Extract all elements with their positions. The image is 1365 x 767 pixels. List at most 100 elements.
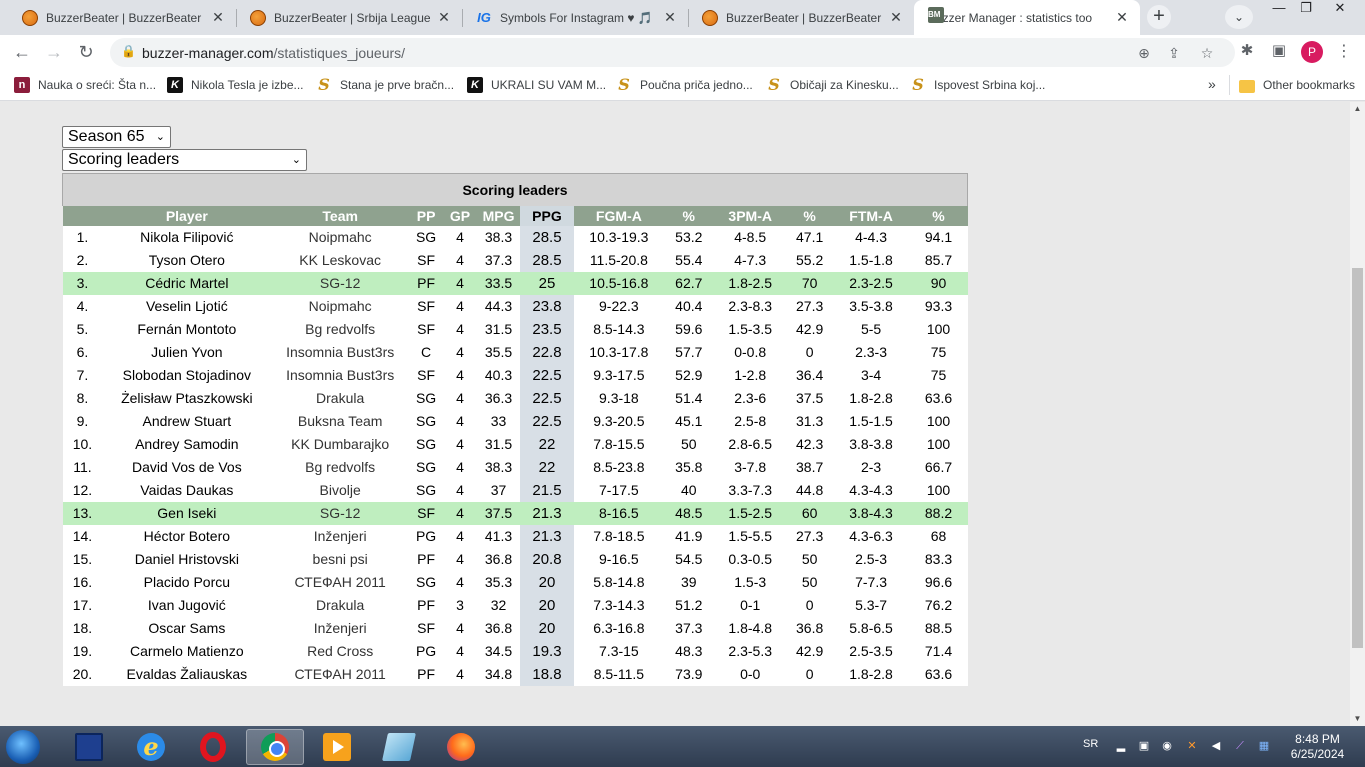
scroll-up-icon[interactable]: ▲ [1350, 102, 1365, 116]
close-icon[interactable]: ✕ [436, 9, 452, 26]
profile-avatar[interactable]: P [1301, 41, 1323, 63]
tab-buzzer-manager[interactable]: BM Buzzer Manager : statistics too ✕ [914, 0, 1140, 35]
other-bookmarks[interactable]: Other bookmarks [1239, 76, 1355, 94]
reload-button[interactable]: ↻ [74, 40, 98, 64]
bookmark-item[interactable]: S Poučna priča jedno... [616, 76, 753, 94]
start-button[interactable] [6, 730, 40, 764]
cell-player[interactable]: Veselin Ljotić [102, 294, 272, 318]
header-ftma[interactable]: FTM-A [832, 205, 910, 226]
cell-team[interactable]: KK Dumbarajko [271, 432, 410, 456]
bookmark-star-icon[interactable]: ☆ [1198, 44, 1216, 62]
zoom-icon[interactable]: ⊕ [1135, 44, 1153, 62]
signal-icon[interactable]: ▂ [1114, 739, 1128, 753]
close-icon[interactable]: ✕ [210, 9, 226, 26]
cell-team[interactable]: СТЕФАН 2011 [271, 570, 410, 594]
taskbar-app-firefox[interactable] [432, 729, 490, 765]
header-mpg[interactable]: MPG [477, 205, 520, 226]
tray-grid-icon[interactable]: ▦ [1257, 739, 1271, 753]
address-bar[interactable]: 🔒 buzzer-manager.com/statistiques_joueur… [110, 38, 1235, 67]
menu-icon[interactable]: ⋮ [1336, 41, 1352, 63]
cell-team[interactable]: Inženjeri [271, 616, 410, 640]
cell-player[interactable]: Tyson Otero [102, 248, 272, 272]
cell-player[interactable]: David Vos de Vos [102, 455, 272, 479]
header-gp[interactable]: GP [443, 205, 478, 226]
cell-team[interactable]: Inženjeri [271, 524, 410, 548]
tab-buzzerbeater-2[interactable]: BuzzerBeater | Srbija League II ✕ [236, 0, 462, 35]
cell-team[interactable]: СТЕФАН 2011 [271, 662, 410, 686]
side-panel-icon[interactable]: ▣ [1269, 41, 1289, 61]
bookmark-item[interactable]: S Stana je prve bračn... [316, 76, 454, 94]
cell-player[interactable]: Ivan Jugović [102, 593, 272, 617]
cell-team[interactable]: SG-12 [271, 501, 410, 525]
cell-player[interactable]: Gen Iseki [102, 501, 272, 525]
back-button[interactable]: ← [10, 40, 34, 64]
cell-player[interactable]: Vaidas Daukas [102, 478, 272, 502]
cell-player[interactable]: Evaldas Žaliauskas [102, 662, 272, 686]
tab-search-button[interactable]: ⌄ [1225, 5, 1253, 29]
header-pp[interactable]: PP [409, 205, 444, 226]
scrollbar-thumb[interactable] [1352, 268, 1363, 648]
category-select[interactable]: Scoring leaders ⌄ [62, 149, 307, 171]
tray-app-icon[interactable]: ▣ [1137, 739, 1151, 753]
cell-team[interactable]: Bg redvolfs [271, 317, 410, 341]
tray-app-icon[interactable]: ◉ [1160, 739, 1174, 753]
language-indicator[interactable]: SR [1083, 738, 1098, 750]
cell-player[interactable]: Carmelo Matienzo [102, 639, 272, 663]
tab-buzzerbeater-1[interactable]: BuzzerBeater | BuzzerBeater Fo ✕ [8, 0, 236, 35]
cell-player[interactable]: Héctor Botero [102, 524, 272, 548]
header-fgma[interactable]: FGM-A [573, 205, 664, 226]
cell-player[interactable]: Andrey Samodin [102, 432, 272, 456]
header-fg-pct[interactable]: % [663, 205, 714, 226]
scroll-down-icon[interactable]: ▼ [1350, 712, 1365, 726]
share-icon[interactable]: ⇪ [1165, 44, 1183, 62]
cell-player[interactable]: Julien Yvon [102, 340, 272, 364]
bookmark-item[interactable]: n Nauka o sreći: Šta n... [14, 76, 156, 94]
cell-player[interactable]: Oscar Sams [102, 616, 272, 640]
cell-team[interactable]: Noipmahc [271, 294, 410, 318]
taskbar-app-opera[interactable] [184, 729, 242, 765]
cell-team[interactable]: besni psi [271, 547, 410, 571]
volume-icon[interactable]: ◀ [1209, 739, 1223, 753]
cell-player[interactable]: Cédric Martel [102, 271, 272, 295]
cell-team[interactable]: SG-12 [271, 271, 410, 295]
cell-team[interactable]: Insomnia Bust3rs [271, 340, 410, 364]
cell-player[interactable]: Andrew Stuart [102, 409, 272, 433]
cell-player[interactable]: Placido Porcu [102, 570, 272, 594]
header-ft-pct[interactable]: % [909, 205, 968, 226]
forward-button[interactable]: → [42, 40, 66, 64]
taskbar-app-media[interactable] [308, 729, 366, 765]
cell-team[interactable]: KK Leskovac [271, 248, 410, 272]
cell-player[interactable]: Nikola Filipović [102, 225, 272, 249]
cell-player[interactable]: Żelisław Ptaszkowski [102, 386, 272, 410]
season-select[interactable]: Season 65 ⌄ [62, 126, 171, 148]
header-3p-pct[interactable]: % [786, 205, 833, 226]
cell-team[interactable]: Bg redvolfs [271, 455, 410, 479]
close-window-button[interactable]: ✕ [1322, 0, 1358, 18]
bookmark-item[interactable]: K Nikola Tesla je izbe... [167, 76, 304, 94]
cell-team[interactable]: Noipmahc [271, 225, 410, 249]
taskbar-app-files[interactable] [370, 729, 428, 765]
cell-team[interactable]: Drakula [271, 386, 410, 410]
close-icon[interactable]: ✕ [1114, 9, 1130, 26]
tray-app-icon[interactable]: ⟋ [1233, 739, 1247, 753]
cell-team[interactable]: Buksna Team [271, 409, 410, 433]
taskbar-app-floppy[interactable] [60, 729, 118, 765]
cell-player[interactable]: Fernán Montoto [102, 317, 272, 341]
tab-buzzerbeater-3[interactable]: BuzzerBeater | BuzzerBeater Fo ✕ [688, 0, 914, 35]
bookmark-item[interactable]: S Ispovest Srbina koj... [910, 76, 1045, 94]
taskbar-app-ie[interactable]: e [122, 729, 180, 765]
cell-team[interactable]: Bivolje [271, 478, 410, 502]
close-icon[interactable]: ✕ [662, 9, 678, 26]
header-team[interactable]: Team [271, 205, 410, 226]
new-tab-button[interactable]: + [1147, 5, 1171, 29]
cell-team[interactable]: Drakula [271, 593, 410, 617]
extensions-icon[interactable]: ✱ [1237, 41, 1257, 61]
cell-team[interactable]: Insomnia Bust3rs [271, 363, 410, 387]
header-player[interactable]: Player [102, 205, 272, 226]
cell-player[interactable]: Slobodan Stojadinov [102, 363, 272, 387]
tray-app-icon[interactable]: ✕ [1185, 739, 1199, 753]
bookmark-item[interactable]: K UKRALI SU VAM M... [467, 76, 606, 94]
header-ppg[interactable]: PPG [520, 205, 574, 226]
close-icon[interactable]: ✕ [888, 9, 904, 26]
taskbar-app-chrome[interactable] [246, 729, 304, 765]
